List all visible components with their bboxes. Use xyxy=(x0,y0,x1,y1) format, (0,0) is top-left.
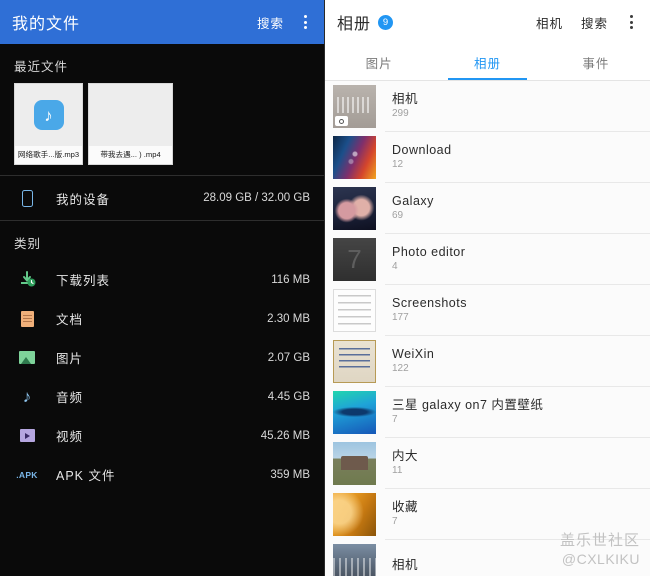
album-thumbnail xyxy=(333,187,376,230)
album-name: Galaxy xyxy=(392,194,434,208)
album-thumbnail xyxy=(333,85,376,128)
album-thumbnail: 7 xyxy=(333,238,376,281)
device-row[interactable]: 我的设备 28.09 GB / 32.00 GB xyxy=(0,176,324,220)
album-name: 收藏 xyxy=(392,500,419,514)
category-size: 4.45 GB xyxy=(267,390,310,403)
document-icon xyxy=(14,310,40,327)
apk-icon-label: .APK xyxy=(16,469,38,480)
gallery-title: 相册 xyxy=(337,16,372,33)
album-row[interactable]: 收藏 7 xyxy=(325,489,650,540)
gallery-panel: 相册 9 相机 搜索 图片 相册 事件 相机 299 Download 12 G… xyxy=(325,0,650,576)
device-name: 我的设备 xyxy=(56,192,111,207)
recent-audio-thumbnail: ♪ xyxy=(15,84,82,146)
category-name: 下载列表 xyxy=(56,274,111,288)
category-row-downloads[interactable]: 下载列表 116 MB xyxy=(0,260,324,299)
album-thumbnail xyxy=(333,136,376,179)
music-note-icon: ♪ xyxy=(33,100,64,130)
category-name: APK 文件 xyxy=(56,469,116,483)
recent-file-name: 带我去遇... ) .mp4 xyxy=(100,150,161,159)
tab-albums[interactable]: 相册 xyxy=(433,44,541,80)
category-row-video[interactable]: 视频 45.26 MB xyxy=(0,416,324,455)
album-count: 69 xyxy=(392,210,404,221)
album-name: Photo editor xyxy=(392,245,466,259)
tab-pictures[interactable]: 图片 xyxy=(325,44,433,80)
category-row-apk[interactable]: .APK APK 文件 359 MB xyxy=(0,455,324,494)
album-count: 299 xyxy=(392,108,409,119)
category-name: 音频 xyxy=(56,391,84,405)
album-name: 三星 galaxy on7 内置壁纸 xyxy=(392,398,544,412)
album-name: 内大 xyxy=(392,449,419,463)
recent-file-name: 网络歌手...版.mp3 xyxy=(17,150,80,159)
album-list: 相机 299 Download 12 Galaxy 69 7 Photo edi… xyxy=(325,81,650,576)
album-thumbnail xyxy=(333,289,376,332)
album-name: 相机 xyxy=(392,558,419,572)
camera-icon xyxy=(335,116,348,126)
category-name: 图片 xyxy=(56,352,84,366)
image-icon xyxy=(14,351,40,364)
album-thumbnail-text: 7 xyxy=(347,244,362,274)
album-count: 122 xyxy=(392,363,409,374)
album-row[interactable]: 相机 299 xyxy=(325,81,650,132)
dual-app-screenshot: 我的文件 搜索 最近文件 ♪ 网络歌手...版.mp3 带我去遇...) .m… xyxy=(0,0,650,576)
tab-events[interactable]: 事件 xyxy=(542,44,650,80)
album-thumbnail xyxy=(333,544,376,576)
category-size: 359 MB xyxy=(270,468,310,481)
album-name: Download xyxy=(392,143,452,157)
category-size: 116 MB xyxy=(271,273,310,286)
my-files-search-button[interactable]: 搜索 xyxy=(257,13,284,32)
categories-label: 类别 xyxy=(14,237,42,251)
video-icon xyxy=(14,429,40,442)
album-thumbnail xyxy=(333,340,376,383)
album-count: 7 xyxy=(392,414,398,425)
gallery-camera-button[interactable]: 相机 xyxy=(536,13,563,32)
album-name: 相机 xyxy=(392,92,419,106)
category-name: 视频 xyxy=(56,430,84,444)
more-vertical-icon[interactable] xyxy=(298,13,312,31)
my-files-body: 最近文件 ♪ 网络歌手...版.mp3 带我去遇... ) .mp4 我的设备 … xyxy=(0,44,324,494)
category-size: 45.26 MB xyxy=(260,429,310,442)
album-count: 11 xyxy=(392,465,403,476)
my-files-header: 我的文件 搜索 xyxy=(0,0,324,44)
device-storage: 28.09 GB / 32.00 GB xyxy=(203,192,310,204)
category-name: 文档 xyxy=(56,313,84,327)
album-row[interactable]: Download 12 xyxy=(325,132,650,183)
music-icon: ♪ xyxy=(22,387,32,406)
my-files-panel: 我的文件 搜索 最近文件 ♪ 网络歌手...版.mp3 带我去遇...) .m… xyxy=(0,0,325,576)
recent-files-row: ♪ 网络歌手...版.mp3 带我去遇... ) .mp4 xyxy=(0,83,324,165)
album-thumbnail xyxy=(333,391,376,434)
album-thumbnail xyxy=(333,442,376,485)
category-row-audio[interactable]: ♪ 音频 4.45 GB xyxy=(0,377,324,416)
download-icon xyxy=(14,271,40,288)
category-size: 2.30 MB xyxy=(267,312,310,325)
recent-file-card-video[interactable]: 带我去遇... ) .mp4 xyxy=(88,83,173,165)
phone-icon xyxy=(14,189,40,207)
category-size: 2.07 GB xyxy=(267,351,310,364)
album-name: WeiXin xyxy=(392,347,435,361)
album-count: 4 xyxy=(392,261,398,272)
category-row-images[interactable]: 图片 2.07 GB xyxy=(0,338,324,377)
my-files-title: 我的文件 xyxy=(12,16,81,33)
gallery-search-button[interactable]: 搜索 xyxy=(581,13,608,32)
album-row[interactable]: Galaxy 69 xyxy=(325,183,650,234)
album-count: 7 xyxy=(392,516,398,527)
album-thumbnail xyxy=(333,493,376,536)
more-vertical-icon[interactable] xyxy=(624,13,638,31)
apk-icon: .APK xyxy=(14,470,40,480)
album-row[interactable]: 相机 xyxy=(325,540,650,576)
gallery-header: 相册 9 相机 搜索 xyxy=(325,0,650,44)
gallery-tabs: 图片 相册 事件 xyxy=(325,44,650,81)
album-name: Screenshots xyxy=(392,296,467,310)
album-count-badge: 9 xyxy=(378,14,394,30)
recent-video-thumbnail xyxy=(89,84,172,146)
album-row[interactable]: 三星 galaxy on7 内置壁纸 7 xyxy=(325,387,650,438)
recent-files-label: 最近文件 xyxy=(14,60,69,74)
album-count: 177 xyxy=(392,312,409,323)
category-row-documents[interactable]: 文档 2.30 MB xyxy=(0,299,324,338)
album-count: 12 xyxy=(392,159,404,170)
album-row[interactable]: Screenshots 177 xyxy=(325,285,650,336)
recent-file-card-audio[interactable]: ♪ 网络歌手...版.mp3 xyxy=(14,83,83,165)
album-row[interactable]: 内大 11 xyxy=(325,438,650,489)
album-row[interactable]: WeiXin 122 xyxy=(325,336,650,387)
album-row[interactable]: 7 Photo editor 4 xyxy=(325,234,650,285)
